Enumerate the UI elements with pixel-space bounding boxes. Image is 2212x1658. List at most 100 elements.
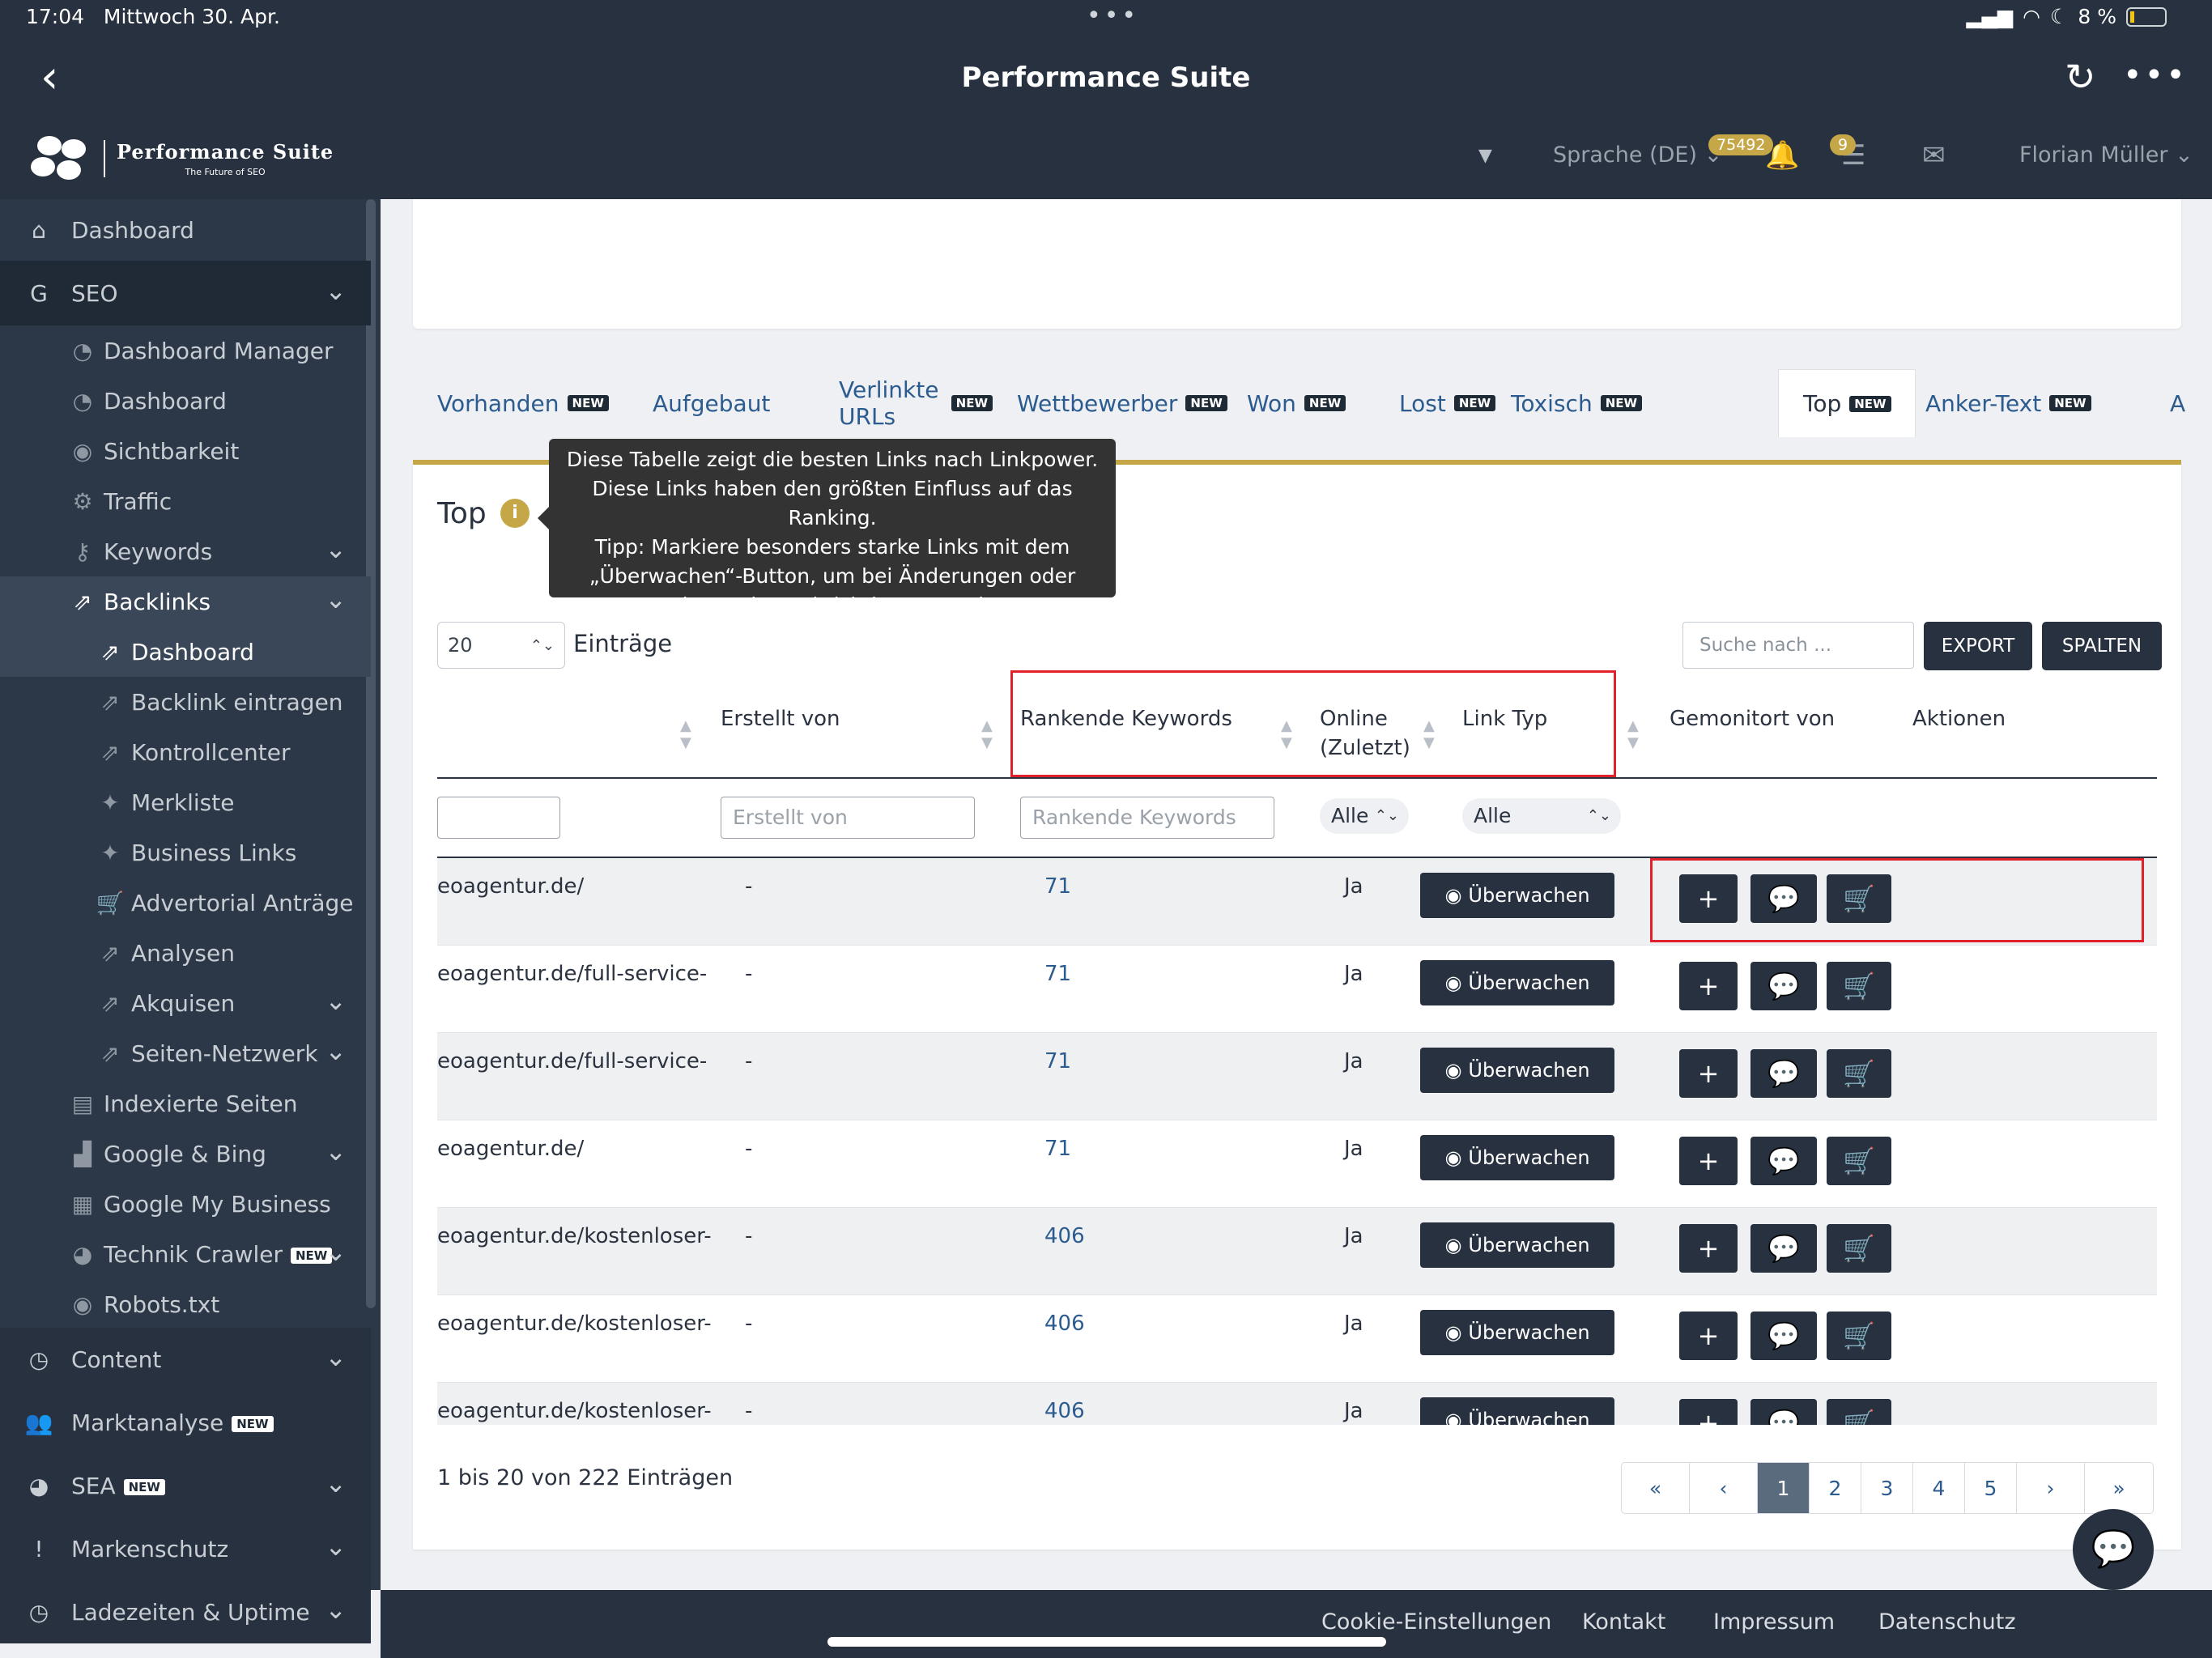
chevron-down-icon[interactable]: ⌄	[325, 275, 347, 306]
footer-link-datenschutz[interactable]: Datenschutz	[1878, 1609, 2016, 1635]
footer-link-cookie-einstellungen[interactable]: Cookie-Einstellungen	[1321, 1609, 1551, 1635]
url-filter-input[interactable]	[437, 797, 560, 839]
chat-icon[interactable]: 💬	[2073, 1509, 2154, 1590]
watch-button[interactable]: ◉ Überwachen	[1420, 1135, 1614, 1180]
watch-button[interactable]: ◉ Überwachen	[1420, 1310, 1614, 1355]
url-cell[interactable]: eoagentur.de/kostenloser-	[437, 1224, 712, 1248]
sidebar-item-merkliste[interactable]: ✦ Merkliste	[0, 777, 371, 827]
ranking-keywords-link[interactable]: 406	[1044, 1399, 1085, 1423]
cart-button[interactable]: 🛒	[1827, 1137, 1891, 1185]
chevron-down-icon[interactable]: ⌄	[325, 584, 347, 614]
page-size-select[interactable]: 20 ⌃⌄	[437, 622, 565, 669]
page-button-4[interactable]: 4	[1913, 1463, 1965, 1513]
url-cell[interactable]: eoagentur.de/	[437, 874, 584, 899]
add-button[interactable]: +	[1679, 1224, 1738, 1273]
sidebar-item-dashboard-manager[interactable]: ◔ Dashboard Manager	[0, 325, 371, 376]
chevron-down-icon[interactable]: ⌄	[325, 534, 347, 564]
chevron-down-icon[interactable]: ⌄	[325, 1136, 347, 1167]
sort-icon[interactable]: ▲ ▼	[1627, 717, 1639, 751]
add-button[interactable]: +	[1679, 1399, 1738, 1425]
chevron-down-icon[interactable]: ⌄	[325, 1236, 347, 1267]
sidebar-item-ladezeiten-uptime[interactable]: ◷ Ladezeiten & Uptime ⌄	[0, 1580, 371, 1643]
ranking-keywords-link[interactable]: 406	[1044, 1312, 1085, 1336]
chevron-down-icon[interactable]: ⌄	[325, 985, 347, 1016]
sort-icon[interactable]: ▲ ▼	[680, 717, 691, 751]
sidebar-item-seiten-netzwerk[interactable]: ⇗ Seiten-Netzwerk ⌄	[0, 1028, 371, 1078]
url-cell[interactable]: eoagentur.de/full-service-	[437, 962, 707, 986]
last-page-button[interactable]: »	[2085, 1463, 2153, 1513]
sidebar-item-sichtbarkeit[interactable]: ◉ Sichtbarkeit	[0, 426, 371, 476]
comments-button[interactable]: 💬	[1750, 1049, 1817, 1098]
sidebar-item-keywords[interactable]: ⚷ Keywords ⌄	[0, 526, 371, 576]
watch-button[interactable]: ◉ Überwachen	[1420, 873, 1614, 918]
sidebar-item-sea[interactable]: ◕ SEA NEW ⌄	[0, 1454, 371, 1517]
url-cell[interactable]: eoagentur.de/kostenloser-	[437, 1312, 712, 1336]
sidebar-item-seo[interactable]: G SEO ⌄	[0, 261, 371, 325]
sidebar-item-google-bing[interactable]: ▟ Google & Bing ⌄	[0, 1129, 371, 1179]
sidebar-item-backlinks[interactable]: ⇗ Backlinks ⌄	[0, 576, 371, 627]
col-header-created-by[interactable]: Erstellt von	[721, 704, 840, 733]
comments-button[interactable]: 💬	[1750, 1312, 1817, 1360]
ranking-keywords-link[interactable]: 71	[1044, 1049, 1071, 1073]
sidebar-item-technik-crawler[interactable]: ◕ Technik Crawler NEW ⌄	[0, 1229, 371, 1279]
col-header-monitored-from[interactable]: Gemonitort von	[1670, 704, 1835, 733]
sidebar-item-dashboard[interactable]: ⇗ Dashboard	[0, 627, 371, 677]
language-selector[interactable]: Sprache (DE) ⌄	[1553, 142, 1722, 168]
comments-button[interactable]: 💬	[1750, 1137, 1817, 1185]
tab-won[interactable]: Won NEW	[1223, 369, 1375, 437]
tab-verlinkte-urls[interactable]: Verlinkte URLs NEW	[815, 369, 993, 437]
sidebar-item-backlink-eintragen[interactable]: ⇗ Backlink eintragen	[0, 677, 371, 727]
columns-button[interactable]: SPALTEN	[2042, 622, 2162, 670]
watch-button[interactable]: ◉ Überwachen	[1420, 960, 1614, 1005]
tab-wettbewerber[interactable]: Wettbewerber NEW	[993, 369, 1227, 437]
tab-vorhanden[interactable]: Vorhanden NEW	[413, 369, 628, 437]
sidebar-item-kontrollcenter[interactable]: ⇗ Kontrollcenter	[0, 727, 371, 777]
chevron-down-icon[interactable]: ⌄	[325, 1594, 347, 1625]
ranking-keywords-filter-input[interactable]: Rankende Keywords	[1020, 797, 1274, 839]
page-button-1[interactable]: 1	[1758, 1463, 1810, 1513]
search-input[interactable]: Suche nach ...	[1682, 622, 1914, 669]
first-page-button[interactable]: «	[1622, 1463, 1690, 1513]
sidebar-item-marktanalyse[interactable]: 👥 Marktanalyse NEW	[0, 1391, 371, 1454]
sidebar-item-advertorial-anträge[interactable]: 🛒 Advertorial Anträge	[0, 878, 371, 928]
next-page-button[interactable]: ›	[2017, 1463, 2085, 1513]
info-icon[interactable]: i	[500, 499, 530, 528]
comments-button[interactable]: 💬	[1750, 1224, 1817, 1273]
sidebar-item-dashboard[interactable]: ◔ Dashboard	[0, 376, 371, 426]
sidebar-item-analysen[interactable]: ⇗ Analysen	[0, 928, 371, 978]
ranking-keywords-link[interactable]: 71	[1044, 962, 1071, 986]
reload-icon[interactable]: ↻	[2065, 55, 2096, 99]
brand-logo[interactable]: Performance Suite The Future of SEO	[29, 133, 334, 185]
url-cell[interactable]: eoagentur.de/kostenloser-	[437, 1399, 712, 1423]
sidebar-item-business-links[interactable]: ✦ Business Links	[0, 827, 371, 878]
sidebar-item-markenschutz[interactable]: ! Markenschutz ⌄	[0, 1517, 371, 1580]
add-button[interactable]: +	[1679, 1137, 1738, 1185]
more-icon[interactable]: •••	[2123, 57, 2188, 94]
add-button[interactable]: +	[1679, 962, 1738, 1010]
comments-button[interactable]: 💬	[1750, 1399, 1817, 1425]
sidebar-item-robots-txt[interactable]: ◉ Robots.txt	[0, 1279, 371, 1329]
sidebar-item-indexierte-seiten[interactable]: ▤ Indexierte Seiten	[0, 1078, 371, 1129]
tab-anker-text[interactable]: Anker-Text NEW	[1901, 369, 2154, 437]
project-dropdown-caret-icon[interactable]: ▼	[1478, 146, 1492, 166]
watch-button[interactable]: ◉ Überwachen	[1420, 1048, 1614, 1093]
tab-aufgebaut[interactable]: Aufgebaut	[628, 369, 815, 437]
chevron-down-icon[interactable]: ⌄	[325, 1468, 347, 1499]
cart-button[interactable]: 🛒	[1827, 1049, 1891, 1098]
add-button[interactable]: +	[1679, 1049, 1738, 1098]
url-cell[interactable]: eoagentur.de/full-service-	[437, 1049, 707, 1073]
cart-button[interactable]: 🛒	[1827, 1224, 1891, 1273]
cart-button[interactable]: 🛒	[1827, 1399, 1891, 1425]
chevron-down-icon[interactable]: ⌄	[325, 1341, 347, 1372]
export-button[interactable]: EXPORT	[1924, 622, 2032, 670]
page-button-5[interactable]: 5	[1965, 1463, 2017, 1513]
prev-page-button[interactable]: ‹	[1690, 1463, 1758, 1513]
ranking-keywords-link[interactable]: 71	[1044, 874, 1071, 899]
url-cell[interactable]: eoagentur.de/	[437, 1137, 584, 1161]
page-button-3[interactable]: 3	[1861, 1463, 1913, 1513]
page-button-2[interactable]: 2	[1810, 1463, 1861, 1513]
mail-icon[interactable]: ✉	[1922, 139, 1946, 172]
home-indicator[interactable]	[827, 1637, 1386, 1647]
comments-button[interactable]: 💬	[1750, 962, 1817, 1010]
watch-button[interactable]: ◉ Überwachen	[1420, 1397, 1614, 1425]
